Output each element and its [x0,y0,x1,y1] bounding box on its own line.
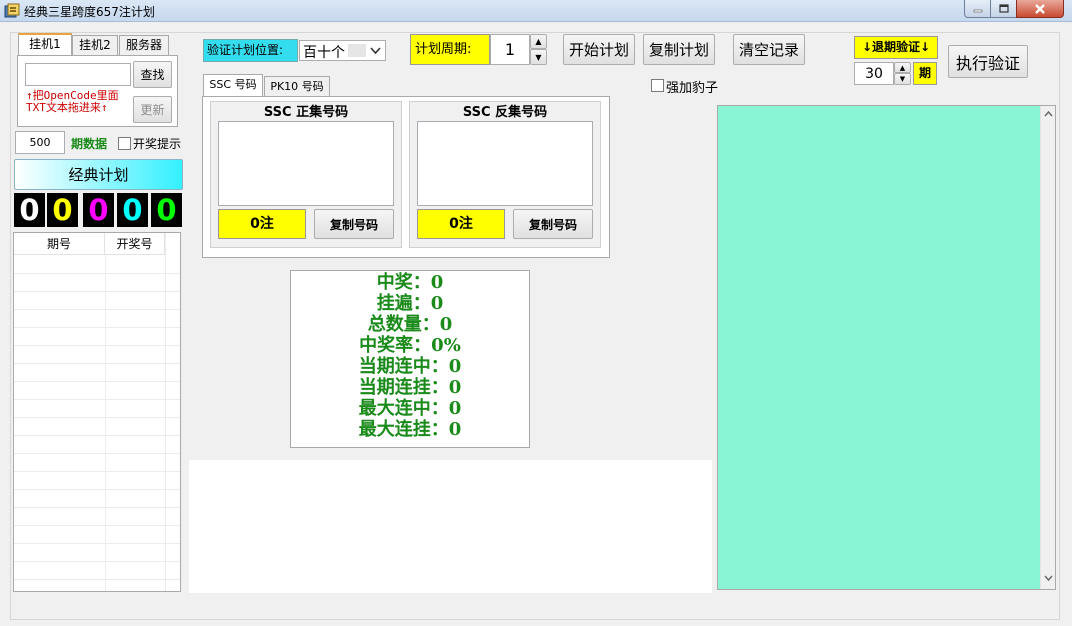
draw-column-header[interactable]: 开奖号 [105,233,165,255]
close-button[interactable] [1016,0,1064,18]
stat-max-win-streak: 最大连中：0 [358,398,462,419]
stat-current-loss-streak: 当期连挂：0 [358,377,462,398]
reverse-period-input[interactable] [854,62,894,85]
list-row-line [14,525,180,526]
list-row-line [14,453,180,454]
reverse-count: 0注 [417,209,505,239]
open-prompt-label: 开奖提示 [133,137,182,151]
copy-forward-button[interactable]: 复制号码 [314,209,394,239]
list-row-line [14,543,180,544]
cycle-input[interactable] [490,34,530,65]
tab-ssc-numbers[interactable]: SSC 号码 [203,74,263,97]
column-divider [105,255,106,591]
digit-1: 0 [14,193,45,227]
start-plan-button[interactable]: 开始计划 [563,34,635,65]
stat-max-loss-streak: 最大连挂：0 [358,419,462,440]
reverse-group-title: SSC 反集号码 [462,105,548,120]
cycle-down-button[interactable]: ▼ [530,49,547,65]
tab-guaji1[interactable]: 挂机1 [18,33,72,56]
list-row-line [14,309,180,310]
leopard-label: 强加豹子 [666,81,719,96]
execute-verify-button[interactable]: 执行验证 [948,45,1028,78]
window-title: 经典三星跨度657注计划 [24,5,155,19]
tab-server[interactable]: 服务器 [119,35,169,56]
list-row-line [14,435,180,436]
stat-total: 总数量：0 [367,314,453,335]
minimize-button[interactable] [964,0,991,18]
maximize-icon [998,3,1009,13]
digit-3: 0 [83,193,114,227]
copy-plan-button[interactable]: 复制计划 [643,34,715,65]
result-textbox[interactable] [717,105,1056,590]
issue-list[interactable]: 期号 开奖号 [13,232,181,592]
stat-losses: 挂遍：0 [376,293,444,314]
title-bar[interactable]: 经典三星跨度657注计划 [0,0,1072,22]
select-highlight [348,44,366,57]
find-button[interactable]: 查找 [133,61,172,88]
list-row-line [14,399,180,400]
list-row-line [14,507,180,508]
reverse-unit-label: 期 [913,62,937,85]
classic-plan-button[interactable]: 经典计划 [14,159,183,190]
stat-current-win-streak: 当期连中：0 [358,356,462,377]
position-select-value: 百十个 [303,45,345,61]
reverse-up-button[interactable]: ▲ [894,62,911,73]
reverse-verify-label: ↓退期验证↓ [854,36,938,59]
log-textarea[interactable] [189,460,712,593]
tab-guaji2[interactable]: 挂机2 [72,35,118,56]
stat-wins: 中奖：0 [376,272,444,293]
caret-down-icon: ▼ [535,52,542,62]
copy-reverse-button[interactable]: 复制号码 [513,209,593,239]
list-row-line [14,561,180,562]
open-prompt-checkbox[interactable] [118,137,131,150]
position-label: 验证计划位置: [203,39,298,62]
digit-5: 0 [151,193,182,227]
maximize-button[interactable] [990,0,1017,18]
reverse-numbers-textarea[interactable] [417,121,593,206]
reverse-down-button[interactable]: ▼ [894,73,911,85]
list-row-line [14,273,180,274]
minimize-icon [973,9,982,12]
cycle-up-button[interactable]: ▲ [530,34,547,49]
caret-up-icon: ▲ [535,37,542,46]
code-search-input[interactable] [25,63,131,86]
digit-2: 0 [47,193,78,227]
close-icon [1035,3,1045,14]
update-button[interactable]: 更新 [133,96,172,123]
forward-numbers-textarea[interactable] [218,121,394,206]
chevron-down-icon [370,47,381,55]
list-row-line [14,489,180,490]
caret-down-icon: ▼ [899,75,906,83]
tab-pk10-numbers[interactable]: PK10 号码 [264,76,330,97]
period-data-label: 期数据 [71,137,108,151]
position-select[interactable]: 百十个 [299,40,386,61]
list-row-line [14,363,180,364]
vertical-scrollbar[interactable] [1040,106,1055,589]
list-row-line [14,381,180,382]
issue-column-header[interactable]: 期号 [14,233,105,255]
column-divider [165,233,166,591]
scroll-down-icon[interactable] [1044,575,1053,582]
list-row-line [14,579,180,580]
digit-4: 0 [117,193,148,227]
clear-record-button[interactable]: 清空记录 [733,34,805,65]
leopard-checkbox[interactable] [651,79,664,92]
scroll-up-icon[interactable] [1044,110,1053,117]
caret-up-icon: ▲ [899,63,906,72]
list-row-line [14,345,180,346]
cycle-label: 计划周期: [410,34,490,65]
list-row-line [14,291,180,292]
forward-count: 0注 [218,209,306,239]
app-icon [4,3,20,18]
stat-win-rate: 中奖率：0% [359,335,461,356]
list-row-line [14,471,180,472]
forward-group-title: SSC 正集号码 [263,105,349,120]
list-row-line [14,417,180,418]
list-row-line [14,327,180,328]
drag-hint-line2: TXT文本拖进来↑ [26,101,108,114]
period-count-input[interactable] [15,131,65,154]
stats-panel: 中奖：0 挂遍：0 总数量：0 中奖率：0% 当期连中：0 当期连挂：0 最大连… [290,270,530,448]
